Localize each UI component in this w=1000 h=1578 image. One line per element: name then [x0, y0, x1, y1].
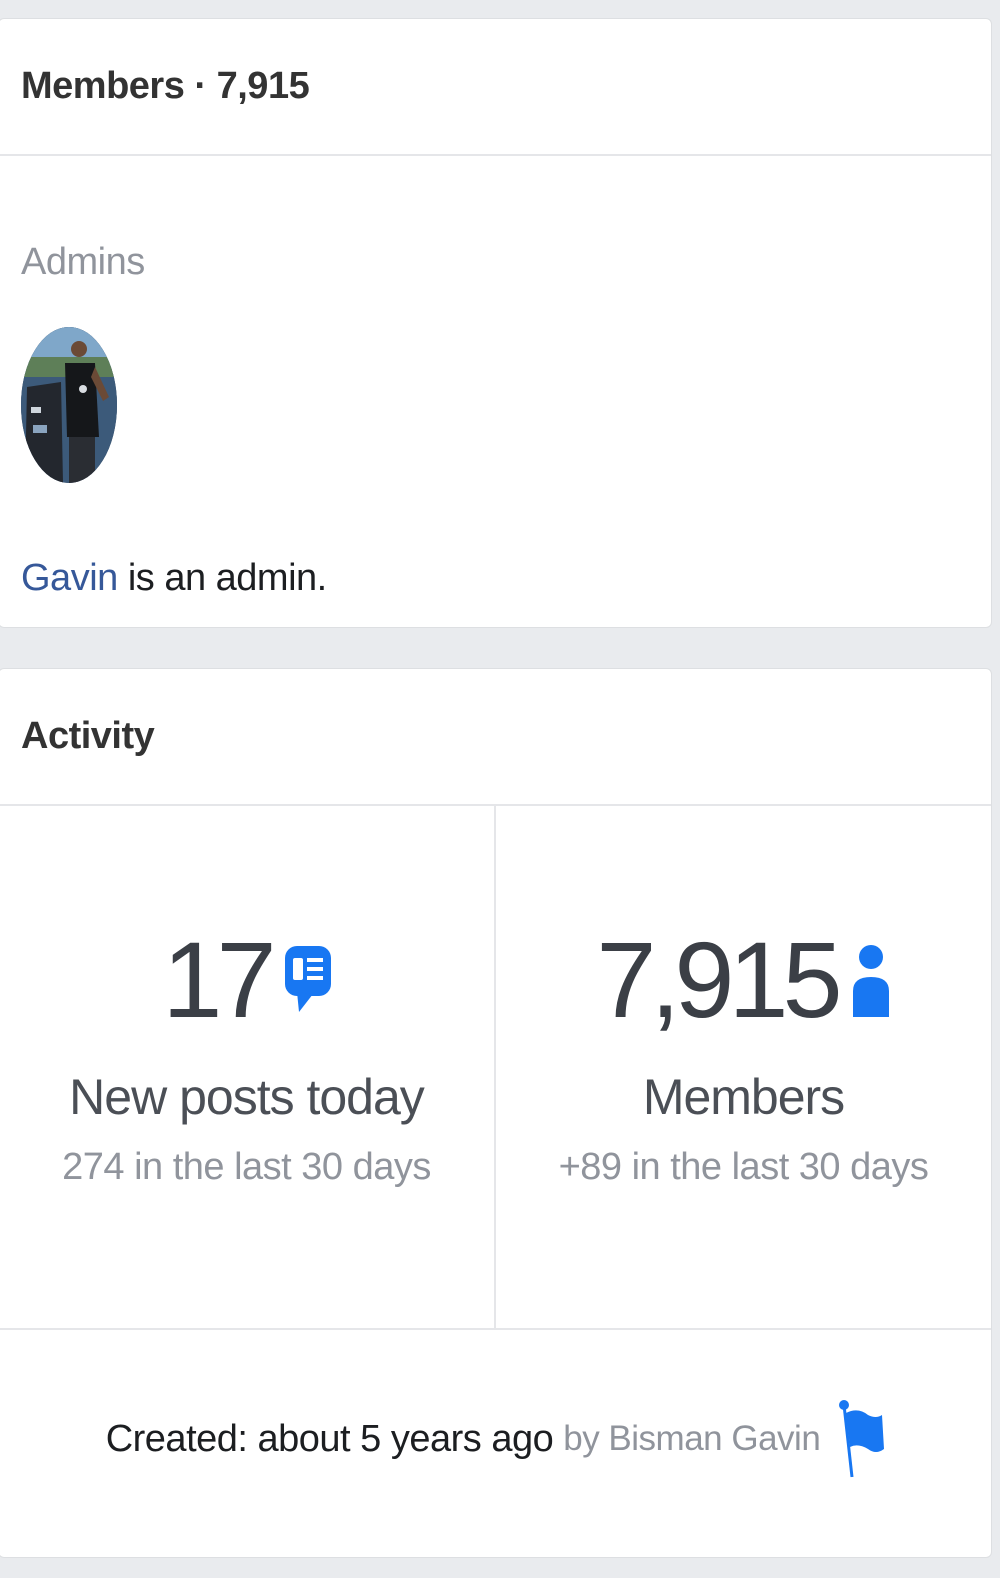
posts-count: 17 — [162, 919, 276, 1040]
members-stat: 7,915 Members +89 in the last 30 days — [494, 806, 991, 1328]
members-sub: +89 in the last 30 days — [558, 1146, 929, 1188]
activity-card: Activity 17 New posts today 274 in the l — [0, 668, 992, 1558]
members-header: Members · 7,915 — [0, 19, 991, 156]
activity-header: Activity — [0, 669, 991, 806]
admin-avatar[interactable] — [21, 327, 117, 483]
posts-stat: 17 New posts today 274 in the last 30 da… — [0, 806, 494, 1328]
created-by[interactable]: by Bisman Gavin — [563, 1419, 821, 1459]
created-line: Created: about 5 years ago by Bisman Gav… — [0, 1399, 991, 1479]
admin-suffix: is an admin. — [117, 557, 327, 599]
posts-label: New posts today — [69, 1069, 425, 1125]
activity-stats: 17 New posts today 274 in the last 30 da… — [0, 806, 991, 1330]
members-card: Members · 7,915 Admins Gavin is an admin… — [0, 18, 992, 628]
members-count: 7,915 — [596, 919, 842, 1040]
admin-name-link[interactable]: Gavin — [21, 557, 118, 599]
flag-icon — [838, 1399, 885, 1479]
admins-label: Admins — [21, 241, 145, 283]
admin-line: Gavin is an admin. — [21, 557, 327, 600]
posts-sub: 274 in the last 30 days — [62, 1146, 431, 1188]
created-text: Created: about 5 years ago — [105, 1417, 554, 1460]
speech-bubble-icon — [284, 942, 331, 1018]
person-icon — [851, 941, 891, 1019]
members-label: Members — [642, 1069, 845, 1125]
